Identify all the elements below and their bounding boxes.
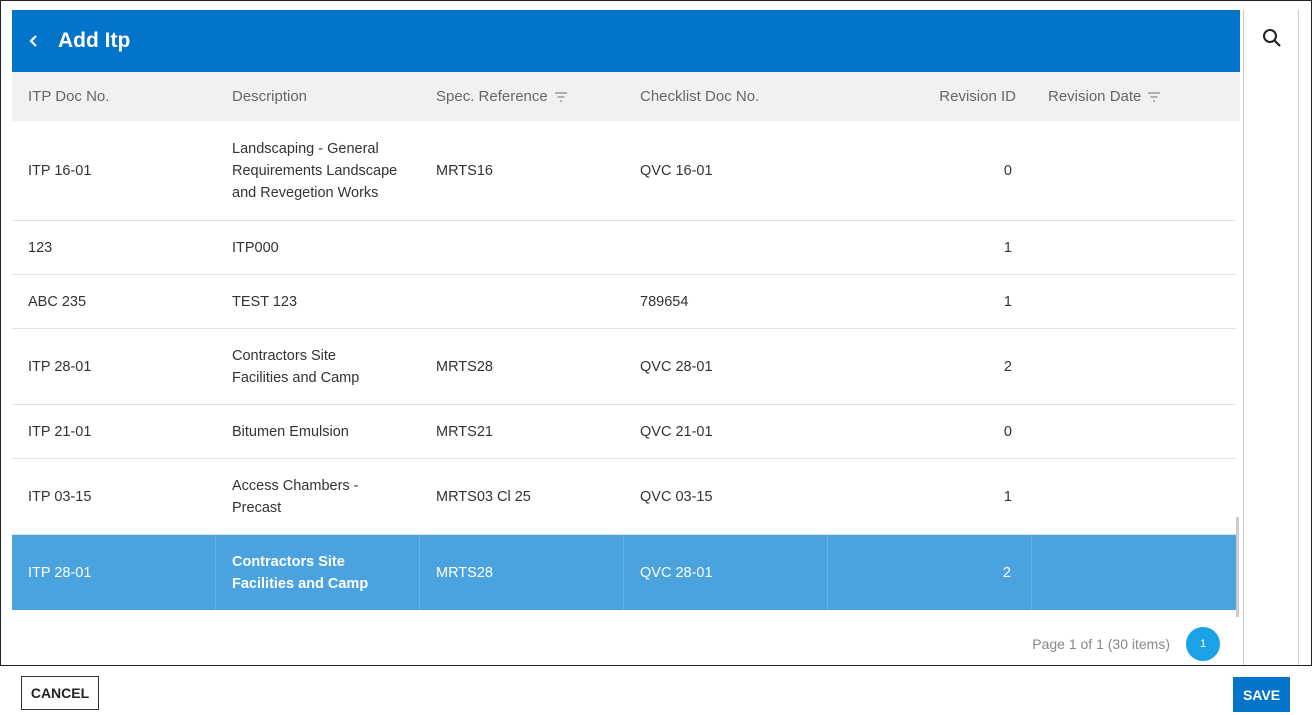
- cell-checklist: QVC 16-01: [640, 162, 713, 179]
- column-label: Description: [232, 88, 308, 105]
- cell-spec: MRTS28: [436, 358, 493, 375]
- column-label: Revision ID: [939, 88, 1016, 105]
- table-row-selected[interactable]: ITP 28-01 Contractors Site Facilities an…: [12, 535, 1236, 610]
- column-header-spec-reference[interactable]: Spec. Reference: [420, 72, 624, 121]
- cell-revision-id: 0: [1003, 162, 1012, 179]
- cell-description: TEST 123: [232, 293, 298, 310]
- cell-spec: MRTS21: [436, 423, 493, 440]
- cell-checklist: 789654: [640, 293, 689, 310]
- cell-doc: ABC 235: [28, 293, 87, 310]
- pager-summary: Page 1 of 1 (30 items): [1032, 635, 1170, 652]
- save-button[interactable]: SAVE: [1233, 677, 1290, 712]
- table-row[interactable]: 123 ITP000 1: [12, 221, 1236, 275]
- table-body: ITP 16-01 Landscaping - General Requirem…: [12, 121, 1236, 610]
- table-row[interactable]: ITP 03-15 Access Chambers - Precast MRTS…: [12, 459, 1236, 535]
- cell-checklist: QVC 21-01: [640, 423, 713, 440]
- column-header-revision-id[interactable]: Revision ID: [828, 72, 1032, 121]
- cell-description: Landscaping - General Requirements Lands…: [232, 140, 398, 201]
- column-header-checklist-doc-no[interactable]: Checklist Doc No.: [624, 72, 828, 121]
- table-scrollbar[interactable]: [1236, 517, 1239, 617]
- cancel-button[interactable]: CANCEL: [21, 676, 99, 710]
- cell-doc: ITP 21-01: [28, 423, 92, 440]
- column-label: ITP Doc No.: [28, 88, 110, 105]
- chevron-left-icon[interactable]: [14, 10, 54, 72]
- table-row[interactable]: ABC 235 TEST 123 789654 1: [12, 275, 1236, 329]
- cell-spec: MRTS28: [420, 535, 624, 610]
- cell-description: Bitumen Emulsion: [232, 423, 349, 440]
- add-itp-dialog: Add Itp ITP Doc No. Description Spec. Re…: [12, 10, 1241, 666]
- search-icon[interactable]: [1260, 26, 1284, 50]
- table-row[interactable]: ITP 16-01 Landscaping - General Requirem…: [12, 121, 1236, 221]
- cell-description: ITP000: [232, 239, 279, 256]
- cell-revision-id: 1: [1003, 488, 1012, 505]
- table-row[interactable]: ITP 28-01 Contractors Site Facilities an…: [12, 329, 1236, 405]
- cell-revision-id: 2: [1003, 358, 1012, 375]
- cell-doc: 123: [28, 239, 53, 256]
- filter-icon[interactable]: [1147, 91, 1161, 102]
- side-panel: [1243, 10, 1299, 666]
- cell-checklist: QVC 03-15: [640, 488, 713, 505]
- cell-checklist: QVC 28-01: [624, 535, 828, 610]
- column-header-description[interactable]: Description: [216, 72, 420, 121]
- dialog-header: Add Itp: [12, 10, 1240, 72]
- column-header-revision-date[interactable]: Revision Date: [1032, 72, 1236, 121]
- cell-description: Access Chambers - Precast: [232, 477, 359, 516]
- cell-revision-id: 1: [1003, 293, 1012, 310]
- column-header-itp-doc-no[interactable]: ITP Doc No.: [12, 72, 216, 121]
- cell-description: Contractors Site Facilities and Camp: [216, 535, 420, 610]
- cell-doc: ITP 16-01: [28, 162, 92, 179]
- column-label: Revision Date: [1048, 88, 1142, 105]
- pager: Page 1 of 1 (30 items) 1: [12, 621, 1240, 666]
- table-row[interactable]: ITP 21-01 Bitumen Emulsion MRTS21 QVC 21…: [12, 405, 1236, 459]
- page-1-button[interactable]: 1: [1186, 626, 1220, 661]
- cell-revision-date: [1032, 535, 1236, 610]
- cell-doc: ITP 03-15: [28, 488, 92, 505]
- cell-doc: ITP 28-01: [28, 358, 92, 375]
- table-header: ITP Doc No. Description Spec. Reference …: [12, 72, 1240, 121]
- cell-description: Contractors Site Facilities and Camp: [232, 347, 360, 386]
- cell-spec: MRTS16: [436, 162, 493, 179]
- dialog-footer: CANCEL SAVE: [0, 665, 1312, 715]
- column-label: Checklist Doc No.: [640, 88, 760, 105]
- cell-spec: MRTS03 Cl 25: [436, 488, 531, 505]
- filter-icon[interactable]: [554, 91, 568, 102]
- cell-revision-id: 1: [1003, 239, 1012, 256]
- cell-doc: ITP 28-01: [12, 535, 216, 610]
- cell-revision-id: 0: [1003, 423, 1012, 440]
- cell-checklist: QVC 28-01: [640, 358, 713, 375]
- column-label: Spec. Reference: [436, 88, 548, 105]
- dialog-title: Add Itp: [58, 29, 131, 52]
- cell-revision-id: 2: [828, 535, 1032, 610]
